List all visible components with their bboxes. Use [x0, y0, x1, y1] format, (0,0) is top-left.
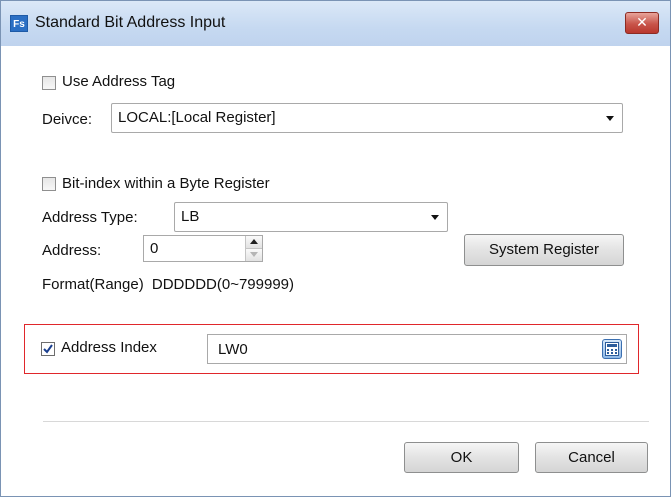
address-index-label: Address Index: [61, 339, 157, 356]
use-address-tag-label: Use Address Tag: [62, 73, 176, 90]
format-label: Format(Range) DDDDDD(0~799999): [42, 276, 294, 293]
calculator-button[interactable]: [602, 339, 622, 359]
address-index-input[interactable]: LW0: [207, 334, 627, 364]
address-spinbox[interactable]: 0: [143, 235, 263, 262]
address-value: 0: [150, 240, 159, 257]
address-label: Address:: [42, 242, 102, 259]
bit-index-checkbox[interactable]: [42, 177, 56, 191]
format-label-text: Format(Range): [42, 276, 144, 293]
address-type-select[interactable]: LB: [174, 202, 448, 232]
system-register-button[interactable]: System Register: [464, 234, 624, 266]
address-type-label: Address Type:: [42, 209, 138, 226]
close-button[interactable]: ✕: [625, 12, 659, 34]
address-type-value: LB: [181, 208, 200, 225]
chevron-down-icon: [431, 215, 439, 220]
calculator-icon: [605, 342, 619, 356]
spin-up-arrow-icon[interactable]: [246, 236, 262, 249]
spin-down-arrow-icon[interactable]: [246, 249, 262, 261]
address-index-checkbox[interactable]: [41, 342, 55, 356]
close-icon: ✕: [636, 14, 648, 30]
dialog-body: Use Address Tag Deivce: LOCAL:[Local Reg…: [9, 46, 662, 496]
device-label: Deivce:: [42, 111, 93, 128]
app-icon: Fs: [10, 15, 28, 32]
ok-button[interactable]: OK: [404, 442, 519, 473]
checkmark-icon: [43, 344, 53, 354]
title-bar: Fs Standard Bit Address Input ✕: [1, 1, 670, 46]
cancel-button[interactable]: Cancel: [535, 442, 648, 473]
standard-bit-address-dialog: Fs Standard Bit Address Input ✕ Use Addr…: [0, 0, 671, 497]
address-index-value: LW0: [218, 341, 248, 358]
chevron-down-icon: [606, 116, 614, 121]
format-value: DDDDDD(0~799999): [151, 276, 295, 293]
spin-buttons: [245, 236, 262, 261]
bit-index-label: Bit-index within a Byte Register: [62, 175, 270, 192]
use-address-tag-checkbox[interactable]: [42, 76, 56, 90]
address-index-highlight: Address Index LW0: [24, 324, 639, 374]
separator: [43, 421, 649, 422]
window-title: Standard Bit Address Input: [35, 14, 226, 31]
device-select[interactable]: LOCAL:[Local Register]: [111, 103, 623, 133]
device-value: LOCAL:[Local Register]: [118, 109, 276, 126]
